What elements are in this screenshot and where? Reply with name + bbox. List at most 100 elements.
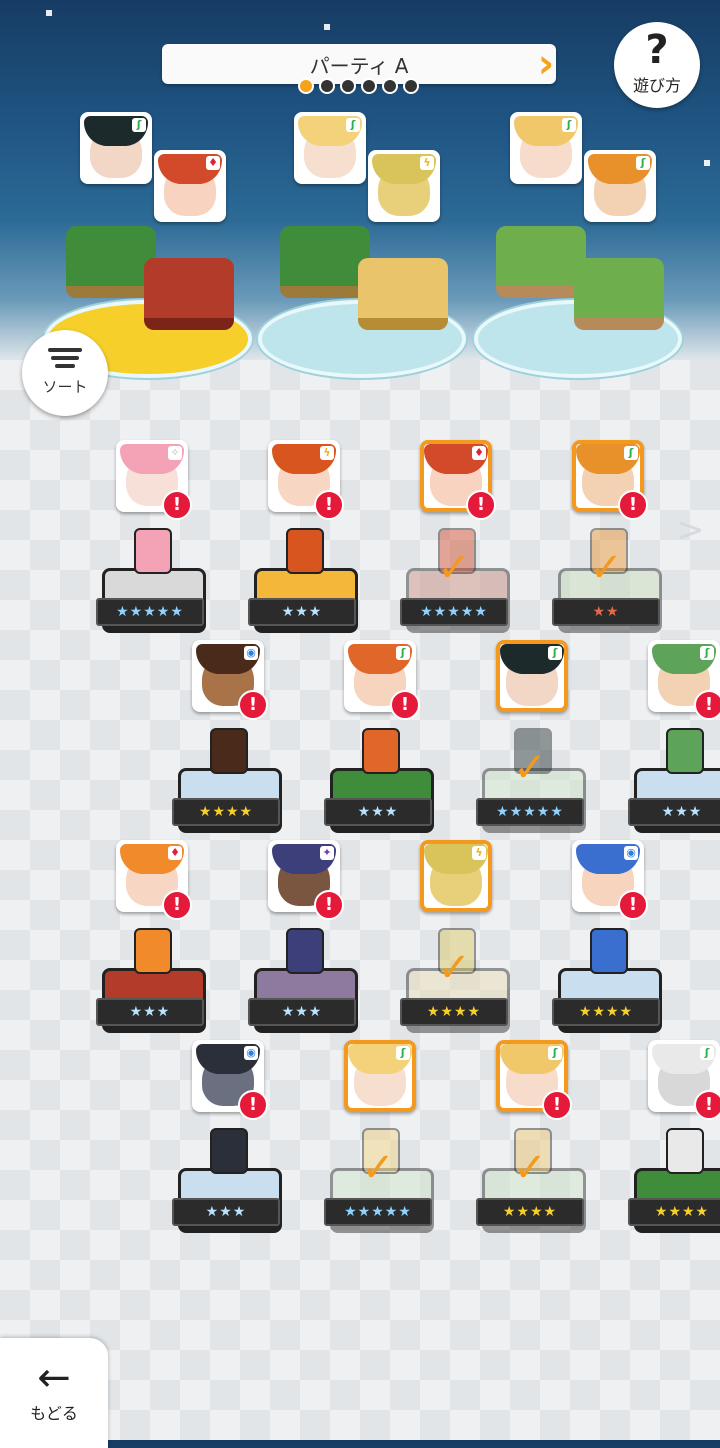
alert-badge-icon: ! [314,890,344,920]
sort-icon [22,348,108,368]
element-icon: ʃ [548,646,562,660]
star-rating: ★★ [552,598,660,626]
roster-character[interactable]: ✓ ★★★★★ ♦! [400,440,510,650]
star-rating: ★★★ [172,1198,280,1226]
character-portrait[interactable]: ʃ [344,1040,416,1112]
character-portrait[interactable]: ʃ [584,150,656,222]
back-arrow-icon: ← [37,1355,71,1401]
star-rating: ★★★ [324,798,432,826]
party-page-dot[interactable] [298,78,314,94]
character-sprite [134,528,172,574]
character-sprite [666,1128,704,1174]
roster-character[interactable]: ★★★★ ◉! [172,640,282,850]
star-rating: ★★★ [628,798,720,826]
character-portrait[interactable]: ʃ [80,112,152,184]
selected-check-icon: ✓ [361,1145,395,1191]
slot-block [358,258,448,330]
element-icon: ◉ [244,646,258,660]
alert-badge-icon: ! [618,490,648,520]
element-icon: ϟ [472,846,486,860]
star-rating: ★★★★ [628,1198,720,1226]
party-page-dot[interactable] [340,78,356,94]
roster-character[interactable]: ✓ ★★★★ ʃ! [476,1040,586,1250]
roster-character[interactable]: ★★★ ʃ! [628,640,720,850]
element-icon: ʃ [548,1046,562,1060]
question-icon: ? [645,27,669,73]
slot-block [496,226,586,298]
star-rating: ★★★★★ [476,798,584,826]
sky-star [46,10,52,16]
how-to-play-button[interactable]: ? 遊び方 [614,22,700,108]
alert-badge-icon: ! [694,1090,720,1120]
star-rating: ★★★★★ [96,598,204,626]
sort-button[interactable]: ソート [22,330,108,416]
character-sprite [362,728,400,774]
character-portrait[interactable]: ϟ [420,840,492,912]
selected-check-icon: ✓ [589,545,623,591]
star-rating: ★★★★ [476,1198,584,1226]
element-icon: ♦ [168,846,182,860]
sky-star [324,24,330,30]
roster-character[interactable]: ★★★★ ◉! [552,840,662,1050]
roster-character[interactable]: ✓ ★★ ʃ! [552,440,662,650]
slot-block [574,258,664,330]
next-party-arrow-icon[interactable]: › [536,44,556,84]
star-rating: ★★★★ [400,998,508,1026]
roster-character[interactable]: ★★★ ◉! [172,1040,282,1250]
party-page-dot[interactable] [403,78,419,94]
how-to-play-label: 遊び方 [632,76,681,95]
party-page-dot[interactable] [319,78,335,94]
roster-character[interactable]: ✓ ★★★★ ϟ [400,840,510,1050]
roster-character[interactable]: ★★★ ✦! [248,840,358,1050]
character-sprite [210,1128,248,1174]
party-page-dot[interactable] [361,78,377,94]
alert-badge-icon: ! [238,690,268,720]
party-slot[interactable] [258,226,466,378]
roster-character[interactable]: ✓ ★★★★★ ʃ [324,1040,434,1250]
alert-badge-icon: ! [390,690,420,720]
character-sprite [666,728,704,774]
character-portrait[interactable]: ʃ [510,112,582,184]
element-icon: ♦ [206,156,220,170]
element-icon: ϟ [420,156,434,170]
back-label: もどる [30,1404,78,1423]
character-portrait[interactable]: ϟ [368,150,440,222]
roster-character[interactable]: ★★★ ϟ! [248,440,358,650]
character-sprite [286,528,324,574]
back-button[interactable]: ← もどる [0,1338,108,1448]
alert-badge-icon: ! [162,490,192,520]
party-title: パーティ A [309,54,409,78]
star-rating: ★★★★★ [400,598,508,626]
roster-character[interactable]: ★★★★★ ✧! [96,440,206,650]
scroll-right-arrow-icon[interactable]: > [676,510,705,550]
element-icon: ♦ [472,446,486,460]
star-rating: ★★★ [96,998,204,1026]
sky-star [704,160,710,166]
element-icon: ϟ [320,446,334,460]
alert-badge-icon: ! [618,890,648,920]
element-icon: ʃ [700,646,714,660]
character-sprite [286,928,324,974]
element-icon: ʃ [346,118,360,132]
party-slot[interactable] [474,226,682,378]
character-portrait[interactable]: ♦ [154,150,226,222]
alert-badge-icon: ! [542,1090,572,1120]
star-rating: ★★★ [248,598,356,626]
party-page-dot[interactable] [382,78,398,94]
element-icon: ʃ [636,156,650,170]
alert-badge-icon: ! [162,890,192,920]
character-sprite [134,928,172,974]
roster-character[interactable]: ★★★★ ʃ! [628,1040,720,1250]
character-portrait[interactable]: ʃ [496,640,568,712]
selected-check-icon: ✓ [437,545,471,591]
roster-character[interactable]: ★★★ ♦! [96,840,206,1050]
character-sprite [210,728,248,774]
selected-check-icon: ✓ [437,945,471,991]
roster-character[interactable]: ★★★ ʃ! [324,640,434,850]
selected-check-icon: ✓ [513,1145,547,1191]
character-sprite [590,928,628,974]
element-icon: ✧ [168,446,182,460]
element-icon: ʃ [396,646,410,660]
roster-character[interactable]: ✓ ★★★★★ ʃ [476,640,586,850]
character-portrait[interactable]: ʃ [294,112,366,184]
